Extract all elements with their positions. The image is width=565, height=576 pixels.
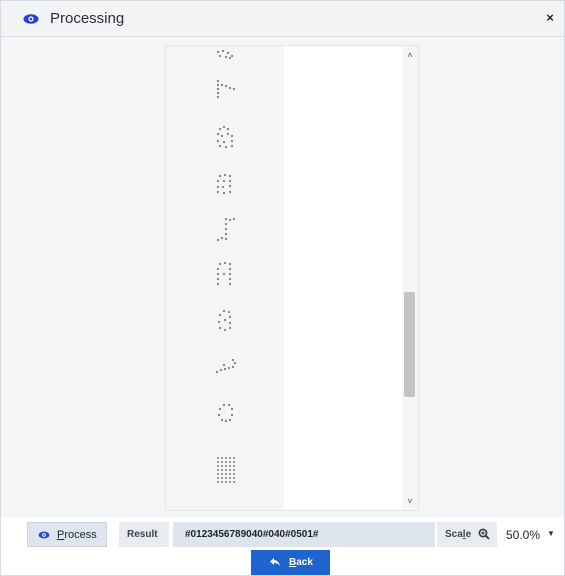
dialog-titlebar: Processing × <box>1 1 564 37</box>
process-button-label: Process <box>57 529 97 541</box>
close-icon[interactable]: × <box>543 11 557 25</box>
result-label-box: Result <box>119 522 169 547</box>
dialog-title: Processing <box>50 10 125 27</box>
process-button[interactable]: Process <box>27 522 107 547</box>
scale-label-box: Scale <box>437 522 497 547</box>
chevron-down-icon: ▼ <box>547 529 555 538</box>
back-button-label: Back <box>289 557 313 568</box>
result-field: #0123456789040#040#0501# <box>173 522 435 547</box>
processing-dialog: Processing × ˄ ˅ Process Result #0123456… <box>0 0 565 576</box>
dialog-body: ˄ ˅ <box>1 37 564 517</box>
back-arrow-icon <box>270 558 280 567</box>
scroll-thumb[interactable] <box>404 292 415 397</box>
dot-char-7 <box>216 79 236 99</box>
bottom-toolbar: Process Result #0123456789040#040#0501# … <box>1 517 564 575</box>
dot-char-3 <box>217 309 232 332</box>
dot-char-9 <box>216 49 234 60</box>
eye-icon <box>38 531 50 539</box>
dot-char-5 <box>216 217 236 242</box>
scale-label: Scale <box>445 529 472 540</box>
viewer-scrollbar[interactable]: ˄ ˅ <box>402 46 418 510</box>
scroll-up-icon[interactable]: ˄ <box>402 48 418 62</box>
zoom-icon[interactable] <box>478 528 490 540</box>
dot-char-1 <box>215 358 237 374</box>
scroll-down-icon[interactable]: ˅ <box>402 494 418 508</box>
scale-value: 50.0% <box>506 528 541 542</box>
image-viewer[interactable]: ˄ ˅ <box>165 45 419 511</box>
dot-char-fill <box>217 457 235 483</box>
back-button[interactable]: Back <box>251 550 330 575</box>
dot-char-6 <box>216 173 232 195</box>
dot-matrix-image <box>166 46 284 510</box>
scale-select[interactable]: 50.0% ▼ <box>500 522 560 547</box>
result-label: Result <box>127 529 158 540</box>
dot-char-8 <box>216 125 234 149</box>
dot-char-4 <box>216 261 232 286</box>
dot-char-0 <box>217 403 234 423</box>
eye-icon <box>23 14 39 24</box>
result-value: #0123456789040#040#0501# <box>185 529 319 540</box>
